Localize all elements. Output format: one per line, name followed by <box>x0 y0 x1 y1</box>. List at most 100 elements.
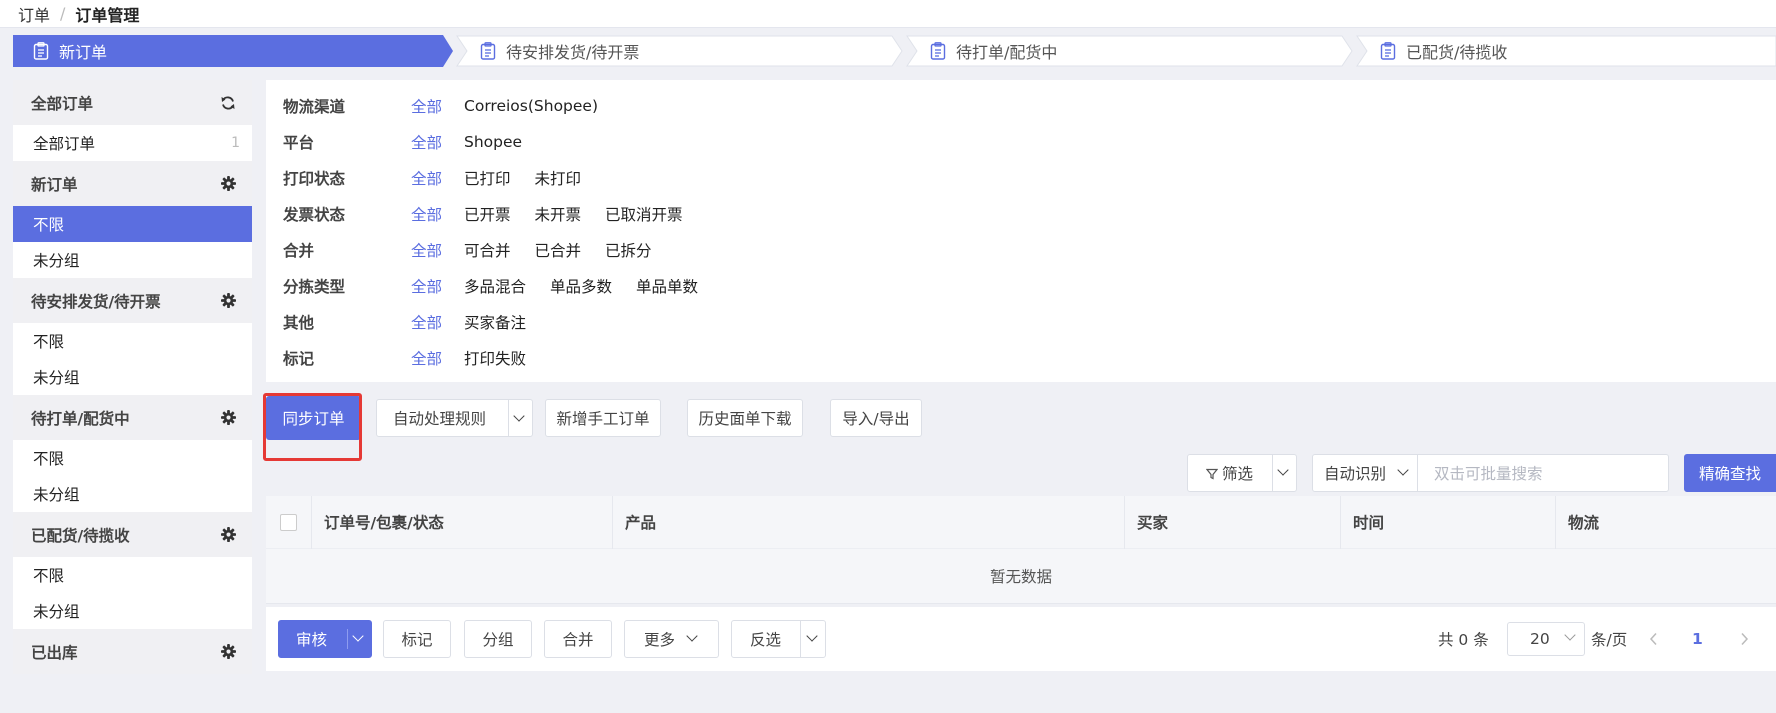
step-label: 新订单 <box>59 43 108 62</box>
step-label: 待打单/配货中 <box>956 43 1058 62</box>
orders-table: 订单号/包裹/状态 产品 买家 时间 物流 暂无数据 <box>266 495 1776 604</box>
bulk-action-footer: 审核 标记 分组 合并 更多 反选 共 0 条 20 条/页 1 <box>266 607 1776 671</box>
filter-option-all[interactable]: 全部 <box>411 167 442 189</box>
gear-icon[interactable] <box>221 410 236 425</box>
filter-option[interactable]: 打印失败 <box>464 347 526 369</box>
sidebar-item-pending-shipment-unlimited[interactable]: 不限 <box>13 323 252 359</box>
filter-option-all[interactable]: 全部 <box>411 203 442 225</box>
search-input[interactable]: 双击可批量搜索 <box>1417 454 1669 492</box>
review-label: 审核 <box>296 631 328 649</box>
filter-row-platform: 平台 全部 Shopee <box>266 124 1776 160</box>
chevron-down-icon[interactable] <box>352 630 364 642</box>
filter-label: 筛选 <box>1222 465 1254 483</box>
step-new-orders[interactable]: 新订单 <box>13 35 453 67</box>
history-label-download-button[interactable]: 历史面单下载 <box>687 399 803 437</box>
column-header-logistics[interactable]: 物流 <box>1556 496 1776 549</box>
filter-option-all[interactable]: 全部 <box>411 275 442 297</box>
gear-icon[interactable] <box>221 176 236 191</box>
sidebar-group-new: 新订单 <box>13 161 252 206</box>
filter-option[interactable]: 未开票 <box>535 203 582 225</box>
import-export-button[interactable]: 导入/导出 <box>830 399 922 437</box>
sidebar-group-title: 全部订单 <box>31 94 94 113</box>
filter-row-invoice-status: 发票状态 全部 已开票 未开票 已取消开票 <box>266 196 1776 232</box>
filter-row-logistics: 物流渠道 全部 Correios(Shopee) <box>266 88 1776 124</box>
filter-option-all[interactable]: 全部 <box>411 131 442 153</box>
column-header-order[interactable]: 订单号/包裹/状态 <box>312 495 613 549</box>
mark-label: 标记 <box>401 631 433 649</box>
sidebar-item-pending-print-ungrouped[interactable]: 未分组 <box>13 476 252 512</box>
more-dropdown[interactable]: 更多 <box>624 620 719 658</box>
split-divider <box>347 629 348 649</box>
sidebar-item-pending-shipment-ungrouped[interactable]: 未分组 <box>13 359 252 395</box>
sidebar-item-label: 不限 <box>33 450 65 468</box>
filter-option-all[interactable]: 全部 <box>411 95 442 117</box>
current-page[interactable]: 1 <box>1692 607 1703 671</box>
filter-row-other: 其他 全部 买家备注 <box>266 304 1776 340</box>
auto-rules-label: 自动处理规则 <box>393 410 487 428</box>
add-manual-order-button[interactable]: 新增手工订单 <box>545 399 661 437</box>
sidebar-group-title: 待安排发货/待开票 <box>31 292 161 311</box>
exact-search-button[interactable]: 精确查找 <box>1684 454 1776 492</box>
filter-option[interactable]: 可合并 <box>464 239 511 261</box>
invert-selection-button[interactable]: 反选 <box>731 620 826 658</box>
filter-option[interactable]: 多品混合 <box>464 275 526 297</box>
filter-option[interactable]: 未打印 <box>535 167 582 189</box>
filter-option[interactable]: 已打印 <box>464 167 511 189</box>
step-pending-shipment[interactable]: 待安排发货/待开票 <box>456 35 903 67</box>
column-header-product[interactable]: 产品 <box>613 495 1125 549</box>
total-count: 共 0 条 <box>1438 631 1489 649</box>
filter-option[interactable]: 已合并 <box>535 239 582 261</box>
filter-option[interactable]: 已取消开票 <box>605 203 683 225</box>
chevron-down-icon[interactable] <box>806 630 818 642</box>
sidebar-item-label: 不限 <box>33 333 65 351</box>
chevron-down-icon[interactable] <box>513 410 525 422</box>
filter-option-all[interactable]: 全部 <box>411 239 442 261</box>
filter-option-all[interactable]: 全部 <box>411 347 442 369</box>
step-pending-print[interactable]: 待打单/配货中 <box>906 35 1353 67</box>
filter-option[interactable]: 买家备注 <box>464 311 526 333</box>
chevron-right-icon[interactable] <box>1739 632 1749 646</box>
column-header-time[interactable]: 时间 <box>1341 495 1556 549</box>
filter-option[interactable]: 单品多数 <box>550 275 612 297</box>
breadcrumb-root[interactable]: 订单 <box>18 2 50 26</box>
gear-icon[interactable] <box>221 293 236 308</box>
refresh-icon[interactable] <box>220 95 236 111</box>
sync-orders-button[interactable]: 同步订单 <box>263 393 362 461</box>
review-button[interactable]: 审核 <box>278 620 372 658</box>
mark-button[interactable]: 标记 <box>383 620 451 658</box>
filter-option[interactable]: 已开票 <box>464 203 511 225</box>
gear-icon[interactable] <box>221 527 236 542</box>
filter-row-mark: 标记 全部 打印失败 <box>266 340 1776 376</box>
filter-label: 物流渠道 <box>283 98 346 116</box>
clipboard-icon <box>1380 42 1396 60</box>
sidebar-item-pending-pickup-unlimited[interactable]: 不限 <box>13 557 252 593</box>
sidebar-item-pending-pickup-ungrouped[interactable]: 未分组 <box>13 593 252 629</box>
order-status-steps: 新订单 待安排发货/待开票 待打单/配货中 已配货/待揽收 <box>13 35 1776 67</box>
sidebar-item-pending-print-unlimited[interactable]: 不限 <box>13 440 252 476</box>
column-header-buyer[interactable]: 买家 <box>1125 495 1341 549</box>
search-mode-select[interactable]: 自动识别 <box>1312 454 1418 492</box>
page-size-select[interactable]: 20 <box>1507 622 1585 656</box>
sidebar-item-label: 全部订单 <box>33 135 96 153</box>
filter-option-all[interactable]: 全部 <box>411 311 442 333</box>
filter-option[interactable]: 已拆分 <box>605 239 652 261</box>
select-all-cell <box>266 495 312 549</box>
step-pending-pickup[interactable]: 已配货/待揽收 <box>1356 35 1776 67</box>
merge-button[interactable]: 合并 <box>544 620 612 658</box>
auto-rules-button[interactable]: 自动处理规则 <box>376 399 533 437</box>
empty-text: 暂无数据 <box>989 568 1052 586</box>
filter-option[interactable]: 单品单数 <box>636 275 698 297</box>
group-button[interactable]: 分组 <box>464 620 532 658</box>
sidebar-item-new-ungrouped[interactable]: 未分组 <box>13 242 252 278</box>
filter-dropdown[interactable]: 筛选 <box>1187 454 1297 492</box>
filter-option[interactable]: Shopee <box>464 133 522 151</box>
merge-label: 合并 <box>562 631 594 649</box>
search-placeholder: 双击可批量搜索 <box>1434 465 1543 483</box>
gear-icon[interactable] <box>221 644 236 659</box>
chevron-left-icon[interactable] <box>1649 632 1659 646</box>
filter-option[interactable]: Correios(Shopee) <box>464 97 598 115</box>
sidebar-item-all-orders[interactable]: 全部订单 1 <box>13 125 252 161</box>
sidebar-item-new-unlimited[interactable]: 不限 <box>13 206 252 242</box>
split-divider <box>800 621 801 657</box>
select-all-checkbox[interactable] <box>280 513 297 531</box>
